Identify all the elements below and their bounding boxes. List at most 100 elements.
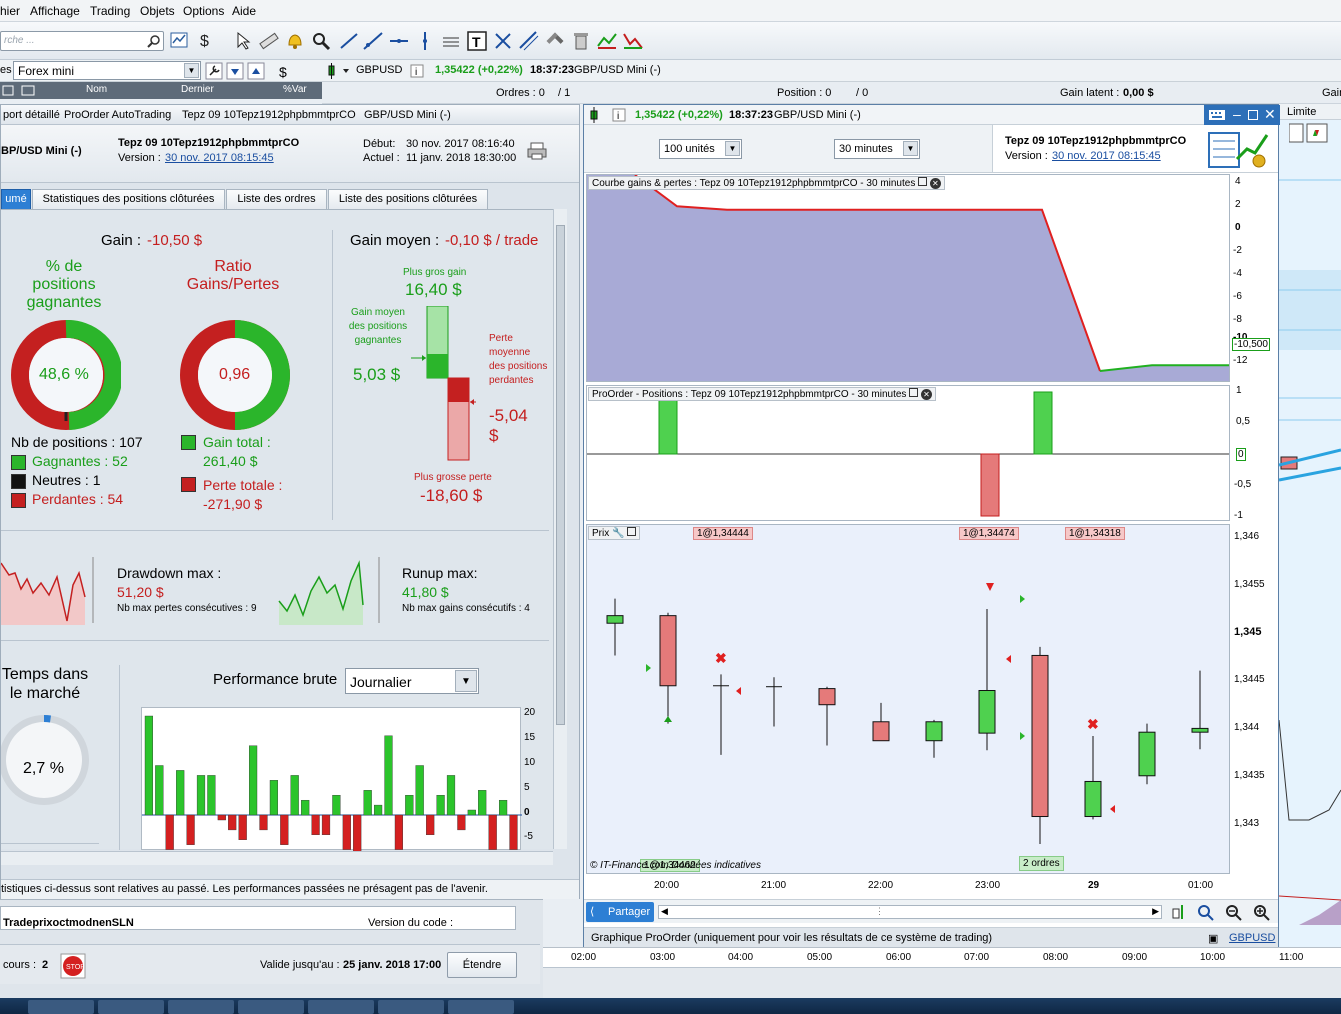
minimize-icon[interactable]: ‒ (1233, 106, 1241, 122)
system-list-row[interactable]: TradeprixoctmodnenSLN Version du code : (0, 906, 516, 930)
tab-system[interactable]: Tepz 09 10Tepz1912phpbmmtprCO (182, 109, 356, 121)
bg-chart-tools-icon[interactable] (1289, 108, 1329, 148)
pane-maximize-icon[interactable] (627, 527, 637, 536)
menu-options[interactable]: Options (183, 4, 224, 18)
wrench-icon[interactable] (205, 62, 223, 80)
col-name[interactable]: Nom (86, 84, 107, 95)
tools-icon[interactable] (544, 30, 566, 52)
taskbar-app-4[interactable] (238, 1000, 304, 1014)
tab-instrument[interactable]: GBP/USD Mini (-) (364, 109, 451, 121)
maximize-icon[interactable] (1248, 110, 1258, 120)
tab-closed-positions[interactable]: Liste des positions clôturées (328, 189, 488, 209)
stop-all-icon[interactable]: STOP (60, 953, 86, 979)
footer-text: Graphique ProOrder (uniquement pour voir… (591, 932, 993, 944)
col-last[interactable]: Dernier (181, 84, 214, 95)
search-icon[interactable] (147, 34, 161, 48)
ray-icon[interactable] (362, 30, 384, 52)
timeframe-select[interactable]: 30 minutes ▼ (834, 139, 920, 159)
menu-fichier[interactable]: hier (0, 4, 20, 18)
alert-dollar-icon[interactable]: $ (196, 30, 218, 52)
info-icon[interactable]: i (612, 108, 626, 122)
taskbar-app-1[interactable] (28, 1000, 94, 1014)
list-select[interactable]: Forex mini ▼ (13, 61, 201, 80)
buy-marker-icon (646, 664, 651, 672)
tab-resume[interactable]: umé (1, 189, 31, 209)
screener-icon[interactable] (169, 30, 191, 52)
gain-moyen-value: -0,10 $ / trade (445, 232, 539, 249)
tab-order-list[interactable]: Liste des ordres (226, 189, 327, 209)
scroll-left-icon[interactable]: ◀ (661, 906, 668, 917)
share-button[interactable]: ⟨ Partager (586, 902, 654, 922)
chart-hscroll[interactable]: ◀ ⋮ ▶ (658, 905, 1162, 919)
etendre-button[interactable]: Étendre (447, 952, 517, 978)
vertical-scrollbar[interactable] (553, 209, 567, 849)
perf-bar (269, 780, 279, 816)
rw-version-link[interactable]: 30 nov. 2017 08:15:45 (1052, 150, 1161, 162)
proorder-chart-window: i 1,35422 (+0,22%) 18:37:23 GBP/USD Mini… (583, 104, 1280, 947)
scroll-right-icon[interactable]: ▶ (1152, 906, 1159, 917)
print-icon[interactable] (527, 141, 549, 161)
pane-close-icon[interactable]: ✕ (920, 389, 932, 400)
menu-objets[interactable]: Objets (140, 4, 175, 18)
zoom-out-icon[interactable] (1224, 903, 1242, 921)
indicator-up-icon[interactable] (596, 30, 618, 52)
text-tool-icon[interactable]: T (466, 30, 488, 52)
info-icon[interactable]: i (410, 64, 424, 78)
perf-bar (436, 794, 445, 816)
candle-type-icon[interactable] (325, 63, 355, 79)
pointer-icon[interactable] (232, 30, 254, 52)
zoom-fit-icon[interactable] (1196, 903, 1214, 921)
gain-total-value: 261,40 $ (203, 453, 258, 469)
fibonacci-icon[interactable] (518, 30, 540, 52)
chart-scroll-bar: ⟨ Partager ◀ ⋮ ▶ (584, 899, 1278, 923)
menu-aide[interactable]: Aide (232, 4, 256, 18)
menu-affichage[interactable]: Affichage (30, 4, 80, 18)
units-select[interactable]: 100 unités ▼ (659, 139, 742, 159)
chart-type-icon[interactable]: ▣ (1208, 932, 1218, 945)
perte-totale-swatch (181, 477, 196, 492)
chevron-down-icon: ▼ (184, 63, 199, 78)
perf-period-select[interactable]: Journalier ▼ (345, 668, 479, 694)
close-icon[interactable]: ✕ (1264, 106, 1276, 123)
horizontal-scrollbar[interactable] (1, 851, 553, 865)
keyboard-icon[interactable] (1208, 108, 1226, 122)
pane-maximize-icon[interactable] (909, 388, 919, 397)
indicator-down-icon[interactable] (622, 30, 644, 52)
tab-autotrading[interactable]: ProOrder AutoTrading (64, 109, 171, 121)
taskbar-app-5[interactable] (308, 1000, 374, 1014)
horizontal-line-icon[interactable] (388, 30, 410, 52)
taskbar-app-7[interactable] (448, 1000, 514, 1014)
arrows-icon[interactable] (492, 30, 514, 52)
taskbar-app-6[interactable] (378, 1000, 444, 1014)
menu-trading[interactable]: Trading (90, 4, 130, 18)
wrench-icon[interactable]: 🔧 (612, 528, 624, 539)
bell-alert-icon[interactable] (284, 30, 306, 52)
zoom-in-icon[interactable] (1252, 903, 1270, 921)
vertical-line-icon[interactable] (414, 30, 436, 52)
trash-icon[interactable] (570, 30, 592, 52)
perf-bar (499, 799, 508, 816)
pane-maximize-icon[interactable] (918, 177, 928, 186)
tab-stats-closed[interactable]: Statistiques des positions clôturées (32, 189, 225, 209)
arrow-down-icon[interactable] (226, 62, 244, 80)
taskbar-app-3[interactable] (168, 1000, 234, 1014)
zoom-tool-icon[interactable] (1170, 903, 1188, 921)
footer-symbol-link[interactable]: GBPUSD (1229, 932, 1275, 944)
alert-instrument-icon[interactable]: $ (276, 62, 294, 80)
scroll-thumb[interactable] (556, 225, 565, 725)
position-bar (1033, 391, 1053, 455)
zoom-icon[interactable] (310, 30, 332, 52)
trendline-icon[interactable] (338, 30, 360, 52)
candle-type-icon[interactable] (586, 107, 606, 123)
pane-close-icon[interactable]: ✕ (929, 178, 941, 189)
header-version-link[interactable]: 30 nov. 2017 08:15:45 (165, 152, 274, 164)
list-tools-icon[interactable] (2, 84, 36, 97)
col-var[interactable]: %Var (283, 84, 307, 95)
channel-icon[interactable] (440, 30, 462, 52)
taskbar-app-2[interactable] (98, 1000, 164, 1014)
scroll-grip-icon[interactable]: ⋮ (875, 906, 884, 917)
search-input[interactable]: rche ... (0, 31, 164, 51)
ruler-icon[interactable] (258, 30, 280, 52)
tab-rapport[interactable]: port détaillé (3, 109, 60, 121)
arrow-up-icon[interactable] (247, 62, 265, 80)
